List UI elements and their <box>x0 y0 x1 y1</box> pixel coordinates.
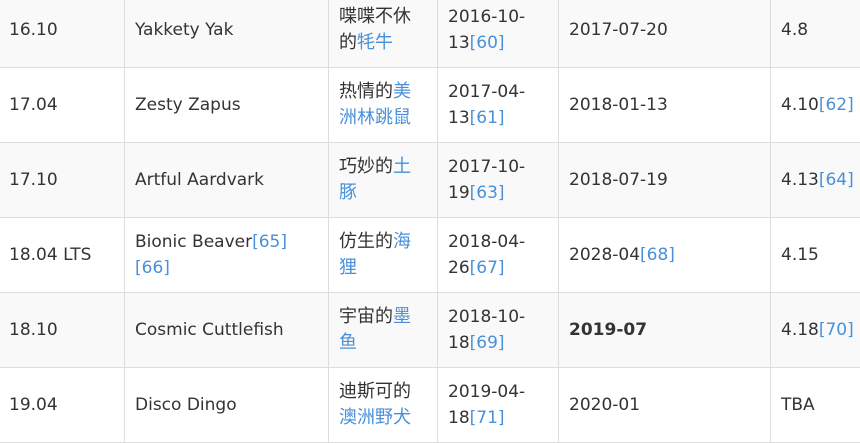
codename-cell: Yakkety Yak <box>125 0 329 68</box>
citation-link[interactable]: [64] <box>819 170 854 190</box>
citation-link[interactable]: [69] <box>470 333 505 353</box>
version-cell: 17.04 <box>0 68 125 143</box>
version-cell: 16.10 <box>0 0 125 68</box>
kernel-version-cell: 4.8 <box>771 0 860 68</box>
version-cell: 18.04 LTS <box>0 218 125 293</box>
end-of-life-cell: 2017-07-20 <box>559 0 771 68</box>
citation-link[interactable]: [71] <box>470 408 505 428</box>
ubuntu-releases-table: 16.10Yakkety Yak喋喋不休的牦牛2016-10-13[60]201… <box>0 0 860 443</box>
codename-text: Disco Dingo <box>135 395 237 415</box>
codename-text: Zesty Zapus <box>135 95 241 115</box>
citation-link[interactable]: [62] <box>819 95 854 115</box>
table-row: 17.10 Artful Aardvark 巧妙的土豚2017-10-19[63] 2… <box>0 143 860 218</box>
codename-cell: Zesty Zapus <box>125 68 329 143</box>
release-date-cell: 2019-04-18[71] <box>438 368 559 443</box>
kernel-version-cell: 4.15 <box>771 218 860 293</box>
codename-cell: Disco Dingo <box>125 368 329 443</box>
kernel-version-cell: TBA <box>771 368 860 443</box>
chinese-meaning-text: 巧妙的 <box>339 156 393 177</box>
chinese-meaning-text: 仿生的 <box>339 231 393 252</box>
table-row: 18.04 LTS Bionic Beaver[65] [66] 仿生的海狸2018-… <box>0 218 860 293</box>
end-of-life-cell: 2028-04[68] <box>559 218 771 293</box>
codename-text: Artful Aardvark <box>135 170 264 190</box>
chinese-meaning-cell: 热情的美洲林跳鼠 <box>329 68 438 143</box>
end-of-life-text: 2019-07 <box>569 320 647 340</box>
end-of-life-text: 2017-07-20 <box>569 20 668 40</box>
codename-text: Bionic Beaver <box>135 232 252 252</box>
kernel-version-text: 4.18 <box>781 320 819 340</box>
citation-link[interactable]: [61] <box>470 108 505 128</box>
kernel-version-text: 4.13 <box>781 170 819 190</box>
codename-cell: Cosmic Cuttlefish <box>125 293 329 368</box>
chinese-animal-link[interactable]: 牦牛 <box>357 32 393 53</box>
codename-cell: Bionic Beaver[65] [66] <box>125 218 329 293</box>
chinese-meaning-text: 宇宙的 <box>339 306 393 327</box>
chinese-meaning-cell: 仿生的海狸 <box>329 218 438 293</box>
chinese-meaning-text: 迪斯可的 <box>339 381 411 402</box>
codename-text: Cosmic Cuttlefish <box>135 320 284 340</box>
kernel-version-cell: 4.10[62] <box>771 68 860 143</box>
kernel-version-text: 4.10 <box>781 95 819 115</box>
end-of-life-text: 2020-01 <box>569 395 640 415</box>
version-cell: 18.10 <box>0 293 125 368</box>
kernel-version-text: 4.8 <box>781 20 808 40</box>
citation-link[interactable]: [65] <box>252 232 287 252</box>
table-row: 18.10 Cosmic Cuttlefish 宇宙的墨鱼2018-10-18[69… <box>0 293 860 368</box>
release-date-cell: 2017-04-13[61] <box>438 68 559 143</box>
table-row: 16.10 Yakkety Yak 喋喋不休的牦牛2016-10-13[60] 201… <box>0 0 860 68</box>
kernel-version-cell: 4.13[64] <box>771 143 860 218</box>
citation-link[interactable]: [68] <box>640 245 675 265</box>
chinese-meaning-text: 热情的 <box>339 81 393 102</box>
table-row: 19.04Disco Dingo迪斯可的澳洲野犬2019-04-18[71]20… <box>0 368 860 443</box>
kernel-version-cell: 4.18[70] <box>771 293 860 368</box>
citation-link[interactable]: [67] <box>470 258 505 278</box>
release-date-cell: 2018-04-26[67] <box>438 218 559 293</box>
end-of-life-cell: 2020-01 <box>559 368 771 443</box>
release-date-cell: 2018-10-18[69] <box>438 293 559 368</box>
kernel-version-text: TBA <box>781 395 815 415</box>
end-of-life-text: 2018-07-19 <box>569 170 668 190</box>
codename-cell: Artful Aardvark <box>125 143 329 218</box>
table-row: 17.04 Zesty Zapus 热情的美洲林跳鼠2017-04-13[61] 20… <box>0 68 860 143</box>
citation-link[interactable]: [66] <box>135 258 170 278</box>
chinese-animal-link[interactable]: 澳洲野犬 <box>339 407 411 428</box>
citation-link[interactable]: [60] <box>470 33 505 53</box>
table-body: 16.10Yakkety Yak喋喋不休的牦牛2016-10-13[60]201… <box>0 0 860 443</box>
end-of-life-cell: 2018-07-19 <box>559 143 771 218</box>
end-of-life-cell: 2019-07 <box>559 293 771 368</box>
kernel-version-text: 4.15 <box>781 245 819 265</box>
citation-link[interactable]: [70] <box>819 320 854 340</box>
chinese-meaning-cell: 迪斯可的澳洲野犬 <box>329 368 438 443</box>
citation-link[interactable]: [63] <box>470 183 505 203</box>
version-cell: 17.10 <box>0 143 125 218</box>
chinese-meaning-cell: 喋喋不休的牦牛 <box>329 0 438 68</box>
end-of-life-text: 2028-04 <box>569 245 640 265</box>
end-of-life-cell: 2018-01-13 <box>559 68 771 143</box>
codename-text: Yakkety Yak <box>135 20 233 40</box>
end-of-life-text: 2018-01-13 <box>569 95 668 115</box>
release-date-cell: 2017-10-19[63] <box>438 143 559 218</box>
chinese-meaning-cell: 宇宙的墨鱼 <box>329 293 438 368</box>
version-cell: 19.04 <box>0 368 125 443</box>
release-date-cell: 2016-10-13[60] <box>438 0 559 68</box>
chinese-meaning-cell: 巧妙的土豚 <box>329 143 438 218</box>
